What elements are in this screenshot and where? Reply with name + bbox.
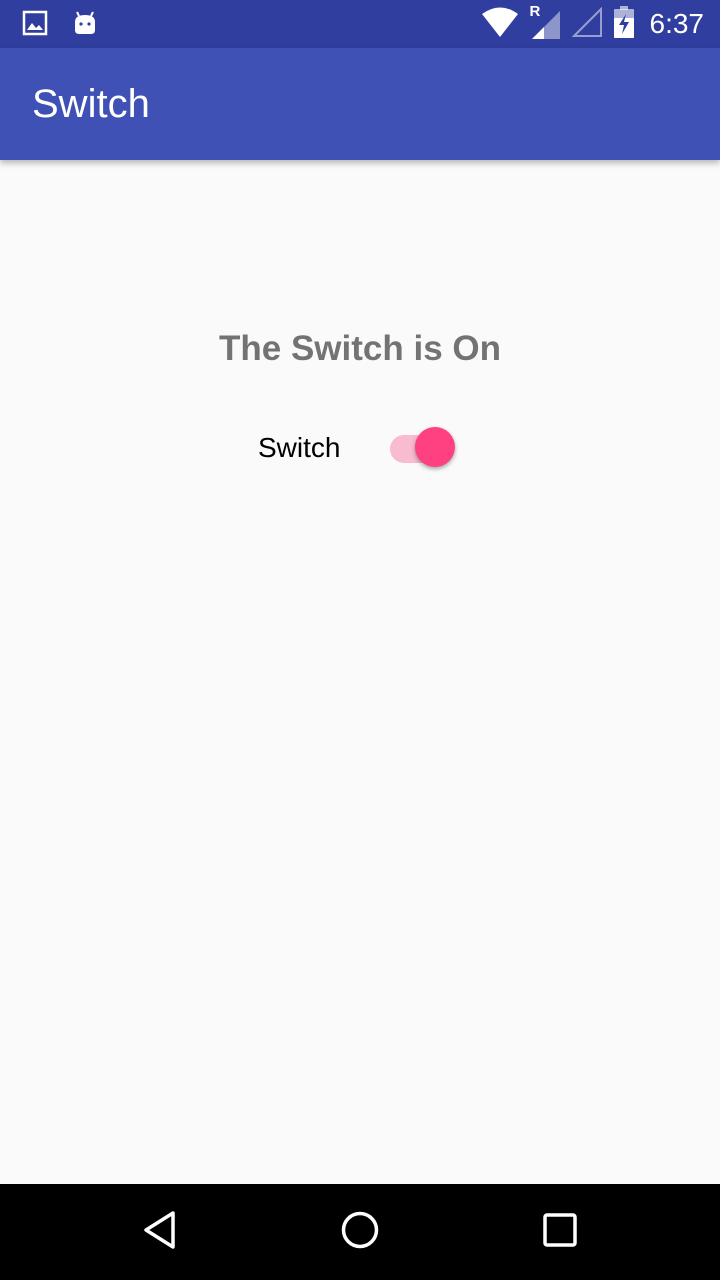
switch-row[interactable]: Switch	[258, 426, 458, 470]
switch-label: Switch	[258, 432, 341, 463]
wifi-icon	[481, 7, 518, 41]
status-time: 6:37	[649, 8, 705, 39]
switch-thumb[interactable]	[415, 427, 455, 467]
app-bar: Switch	[0, 48, 720, 160]
back-icon	[142, 1210, 178, 1254]
home-icon	[340, 1210, 380, 1254]
switch-status-message: The Switch is On	[219, 329, 501, 368]
cell-signal-roaming-icon: R	[530, 3, 560, 39]
android-notification-icon	[72, 10, 98, 40]
app-title: Switch	[32, 82, 150, 126]
home-button[interactable]	[336, 1208, 384, 1256]
recents-icon	[542, 1212, 578, 1252]
status-bar: R 6:37	[0, 0, 720, 48]
recents-button[interactable]	[536, 1208, 584, 1256]
roaming-label: R	[529, 3, 541, 20]
battery-charging-icon	[613, 6, 634, 42]
cell-signal-empty-icon	[571, 6, 602, 41]
image-notification-icon	[22, 10, 48, 40]
back-button[interactable]	[136, 1208, 184, 1256]
main-content: The Switch is On Switch	[0, 160, 720, 1184]
navigation-bar	[0, 1184, 720, 1280]
